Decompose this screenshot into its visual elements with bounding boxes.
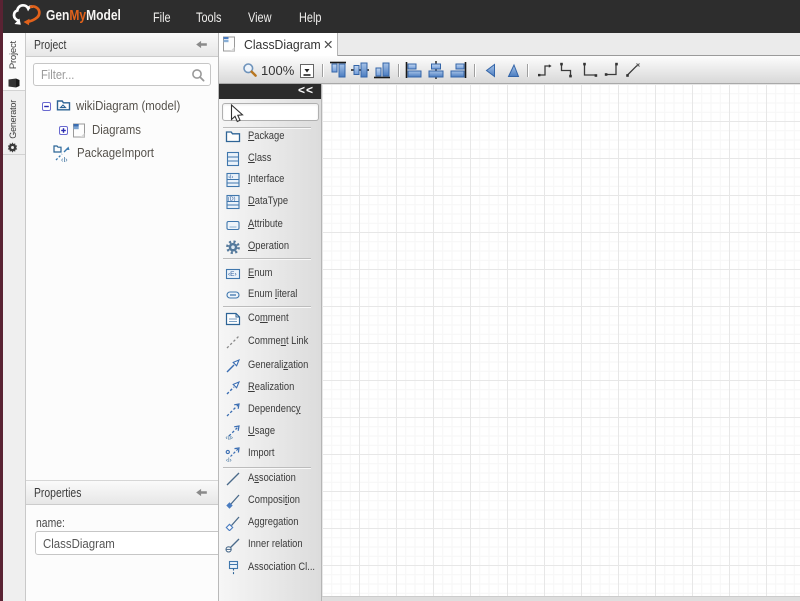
svg-text:‹I›: ‹I›: [228, 175, 233, 181]
svg-text:‹E›: ‹E›: [228, 271, 237, 278]
svg-text:‹ū›: ‹ū›: [226, 435, 233, 440]
svg-text:‹I›: ‹I›: [226, 457, 232, 461]
svg-text:(D): (D): [228, 197, 236, 203]
svg-text:‹I›: ‹I›: [61, 157, 68, 163]
